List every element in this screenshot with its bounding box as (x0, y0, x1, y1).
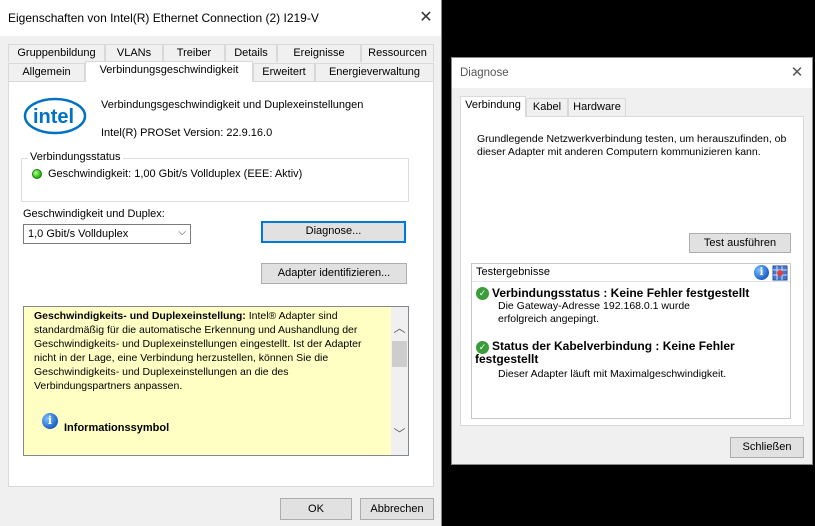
intel-logo: intel (23, 97, 87, 135)
identify-adapter-button[interactable]: Adapter identifizieren... (261, 263, 407, 284)
connection-status-group: Verbindungsstatus Geschwindigkeit: 1,00 … (21, 151, 409, 202)
help-bold-lead: Geschwindigkeits- und Duplexeinstellung: (34, 310, 246, 322)
status-legend: Verbindungsstatus (28, 151, 123, 163)
intel-logo-text: intel (33, 106, 74, 128)
tab-ressourcen[interactable]: Ressourcen (361, 44, 434, 62)
close-icon[interactable]: ✕ (411, 0, 441, 36)
properties-dialog: Eigenschaften von Intel(R) Ethernet Conn… (0, 0, 442, 526)
tab-erweitert[interactable]: Erweitert (253, 63, 315, 81)
result-1-title: Verbindungsstatus : Keine Fehler festges… (492, 286, 750, 300)
status-text: Geschwindigkeit: 1,00 Gbit/s Vollduplex … (48, 168, 303, 180)
cancel-button[interactable]: Abbrechen (360, 498, 434, 520)
speed-duplex-label: Geschwindigkeit und Duplex: (23, 208, 165, 220)
help-text-box[interactable]: Geschwindigkeits- und Duplexeinstellung:… (23, 306, 409, 456)
connection-tab-panel: Grundlegende Netzwerkverbindung testen, … (460, 116, 804, 426)
results-header-label: Testergebnisse (476, 266, 550, 278)
tab-kabel[interactable]: Kabel (526, 98, 568, 116)
page-heading: Verbindungsgeschwindigkeit und Duplexein… (101, 99, 364, 111)
title-bar: Eigenschaften von Intel(R) Ethernet Conn… (0, 0, 441, 36)
version-text: Intel(R) PROSet Version: 22.9.16.0 (101, 127, 273, 139)
diagnose-close-icon[interactable]: ✕ (782, 58, 812, 88)
diagnose-title: Diagnose (460, 67, 509, 79)
results-info-icon[interactable]: i (754, 265, 769, 280)
tab-allgemein[interactable]: Allgemein (8, 63, 85, 81)
help-scrollbar[interactable]: ︿ ﹀ (391, 307, 408, 455)
info-heading: Informationssymbol (64, 422, 170, 434)
result-2-detail: Dieser Adapter läuft mit Maximalgeschwin… (498, 368, 727, 380)
speed-duplex-value: 1,0 Gbit/s Vollduplex (28, 228, 129, 240)
tab-ereignisse[interactable]: Ereignisse (277, 44, 361, 62)
scroll-up-icon[interactable]: ︿ (391, 319, 408, 336)
result-1-detail: Die Gateway-Adresse 192.168.0.1 wurde er… (498, 300, 691, 325)
diagnose-close-button[interactable]: Schließen (730, 437, 804, 458)
chevron-down-icon: ⌵ (178, 227, 186, 238)
network-grid-icon[interactable] (772, 265, 788, 281)
status-led-icon (32, 169, 42, 179)
help-body: Intel® Adapter sind standardmäßig für di… (34, 310, 362, 392)
results-header: Testergebnisse i (472, 264, 790, 282)
result-2-title: Status der Kabelverbindung : Keine Fehle… (475, 339, 735, 366)
tab-treiber[interactable]: Treiber (163, 44, 225, 62)
tab-details[interactable]: Details (225, 44, 277, 62)
ok-button[interactable]: OK (280, 498, 352, 520)
run-test-button[interactable]: Test ausführen (689, 233, 791, 253)
diagnose-dialog: Diagnose ✕ Verbindung Kabel Hardware Gru… (451, 57, 813, 465)
diagnose-description: Grundlegende Netzwerkverbindung testen, … (477, 133, 787, 158)
tab-verbindungsgeschwindigkeit[interactable]: Verbindungsgeschwindigkeit (85, 61, 253, 82)
tab-verbindung[interactable]: Verbindung (460, 96, 526, 117)
scrollbar-thumb[interactable] (392, 341, 407, 367)
diagnose-button[interactable]: Diagnose... (261, 221, 406, 243)
tab-energieverwaltung[interactable]: Energieverwaltung (315, 63, 434, 81)
diagnose-title-bar: Diagnose ✕ (452, 58, 812, 88)
window-title: Eigenschaften von Intel(R) Ethernet Conn… (8, 11, 319, 25)
help-text: Geschwindigkeits- und Duplexeinstellung:… (34, 309, 384, 393)
tab-gruppenbildung[interactable]: Gruppenbildung (8, 44, 105, 62)
speed-duplex-select[interactable]: 1,0 Gbit/s Vollduplex ⌵ (23, 224, 191, 244)
test-results-panel: Testergebnisse i ✓ Verbindungsstatus : K… (471, 263, 791, 419)
info-icon: i (42, 413, 58, 429)
check-icon: ✓ (476, 287, 489, 300)
tab-vlans[interactable]: VLANs (105, 44, 163, 62)
scroll-down-icon[interactable]: ﹀ (391, 425, 408, 442)
tab-hardware[interactable]: Hardware (568, 98, 626, 116)
speed-tab-panel: intel Verbindungsgeschwindigkeit und Dup… (8, 81, 434, 487)
